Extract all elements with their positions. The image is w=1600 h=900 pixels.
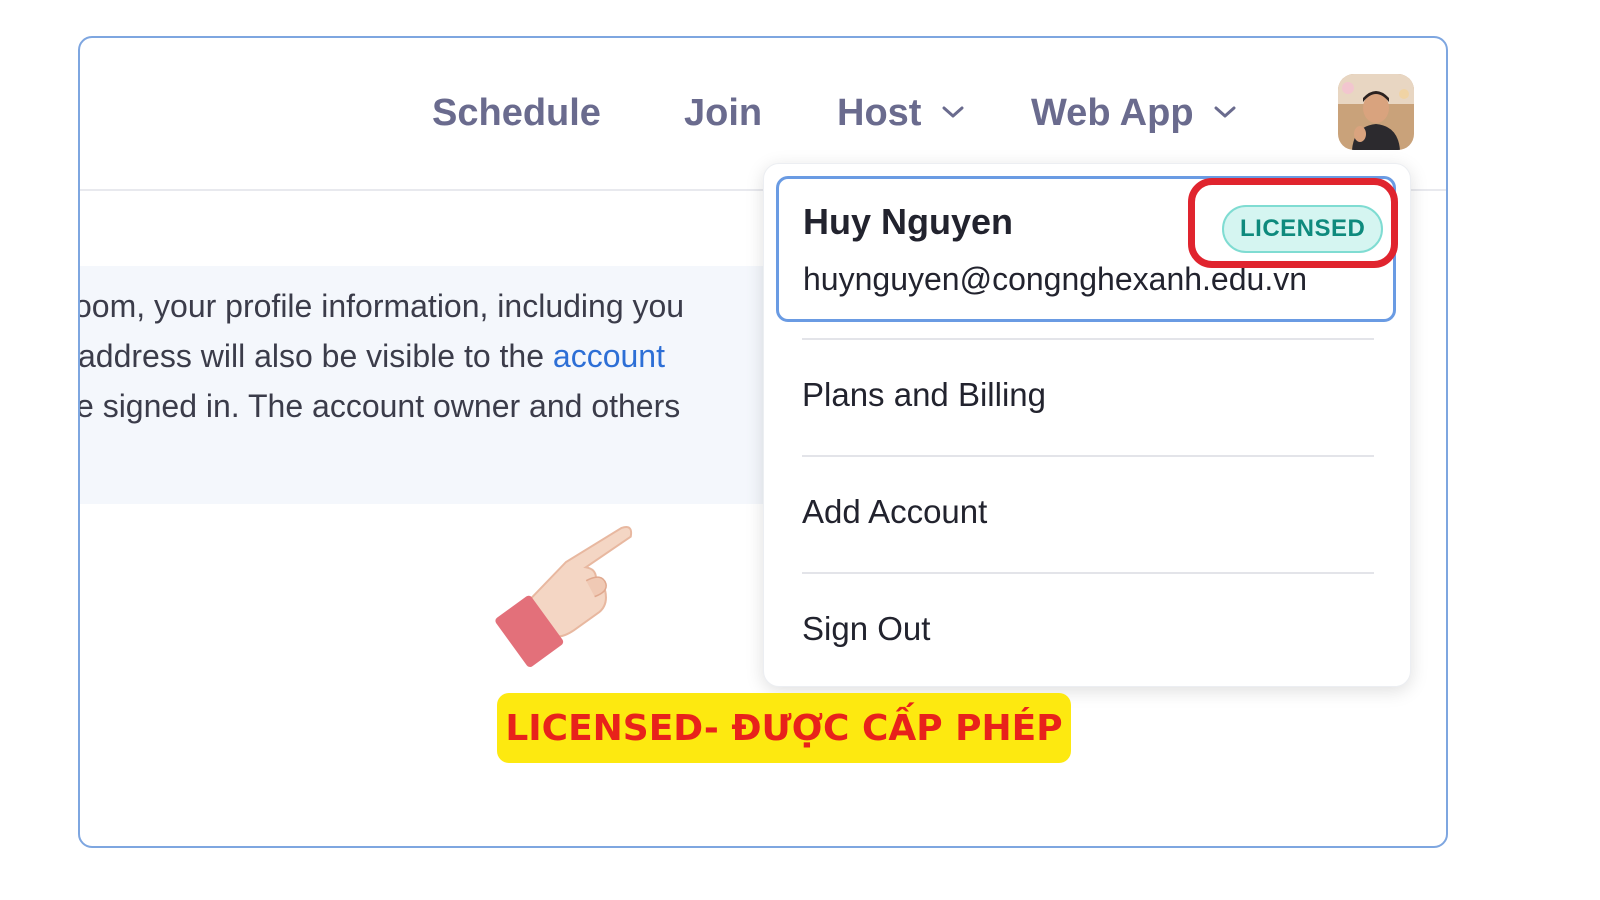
- chevron-down-icon: [1214, 106, 1236, 118]
- chevron-down-icon: [942, 106, 964, 118]
- nav-schedule-label: Schedule: [432, 92, 601, 134]
- badge-highlight-circle: [1188, 178, 1398, 268]
- avatar-photo-icon: [1338, 74, 1414, 150]
- nav-schedule[interactable]: Schedule: [432, 92, 601, 135]
- menu-divider: [802, 455, 1374, 457]
- profile-visibility-notice: oom, your profile information, including…: [80, 266, 780, 504]
- notice-line-1: oom, your profile information, including…: [80, 288, 685, 324]
- pointing-hand-icon: [495, 526, 633, 667]
- account-link[interactable]: account: [553, 338, 665, 374]
- notice-line-3: e signed in. The account owner and other…: [80, 388, 681, 424]
- notice-line-2: address will also be visible to the acco…: [80, 338, 665, 375]
- menu-item-sign-out[interactable]: Sign Out: [802, 610, 930, 648]
- nav-web-app[interactable]: Web App: [1031, 92, 1236, 135]
- callout-text: LICENSED- ĐƯỢC CẤP PHÉP: [505, 707, 1063, 749]
- licensed-callout: LICENSED- ĐƯỢC CẤP PHÉP: [497, 693, 1071, 763]
- menu-divider: [802, 572, 1374, 574]
- menu-item-plans-and-billing[interactable]: Plans and Billing: [802, 376, 1046, 414]
- user-avatar[interactable]: [1338, 74, 1414, 150]
- profile-name: Huy Nguyen: [803, 201, 1014, 242]
- nav-join[interactable]: Join: [684, 92, 762, 135]
- nav-host[interactable]: Host: [837, 92, 964, 135]
- menu-divider: [802, 338, 1374, 340]
- menu-item-add-account[interactable]: Add Account: [802, 493, 987, 531]
- nav-host-label: Host: [837, 92, 922, 134]
- nav-web-app-label: Web App: [1031, 92, 1194, 134]
- notice-line-2-text: address will also be visible to the: [80, 338, 553, 374]
- nav-join-label: Join: [684, 92, 763, 134]
